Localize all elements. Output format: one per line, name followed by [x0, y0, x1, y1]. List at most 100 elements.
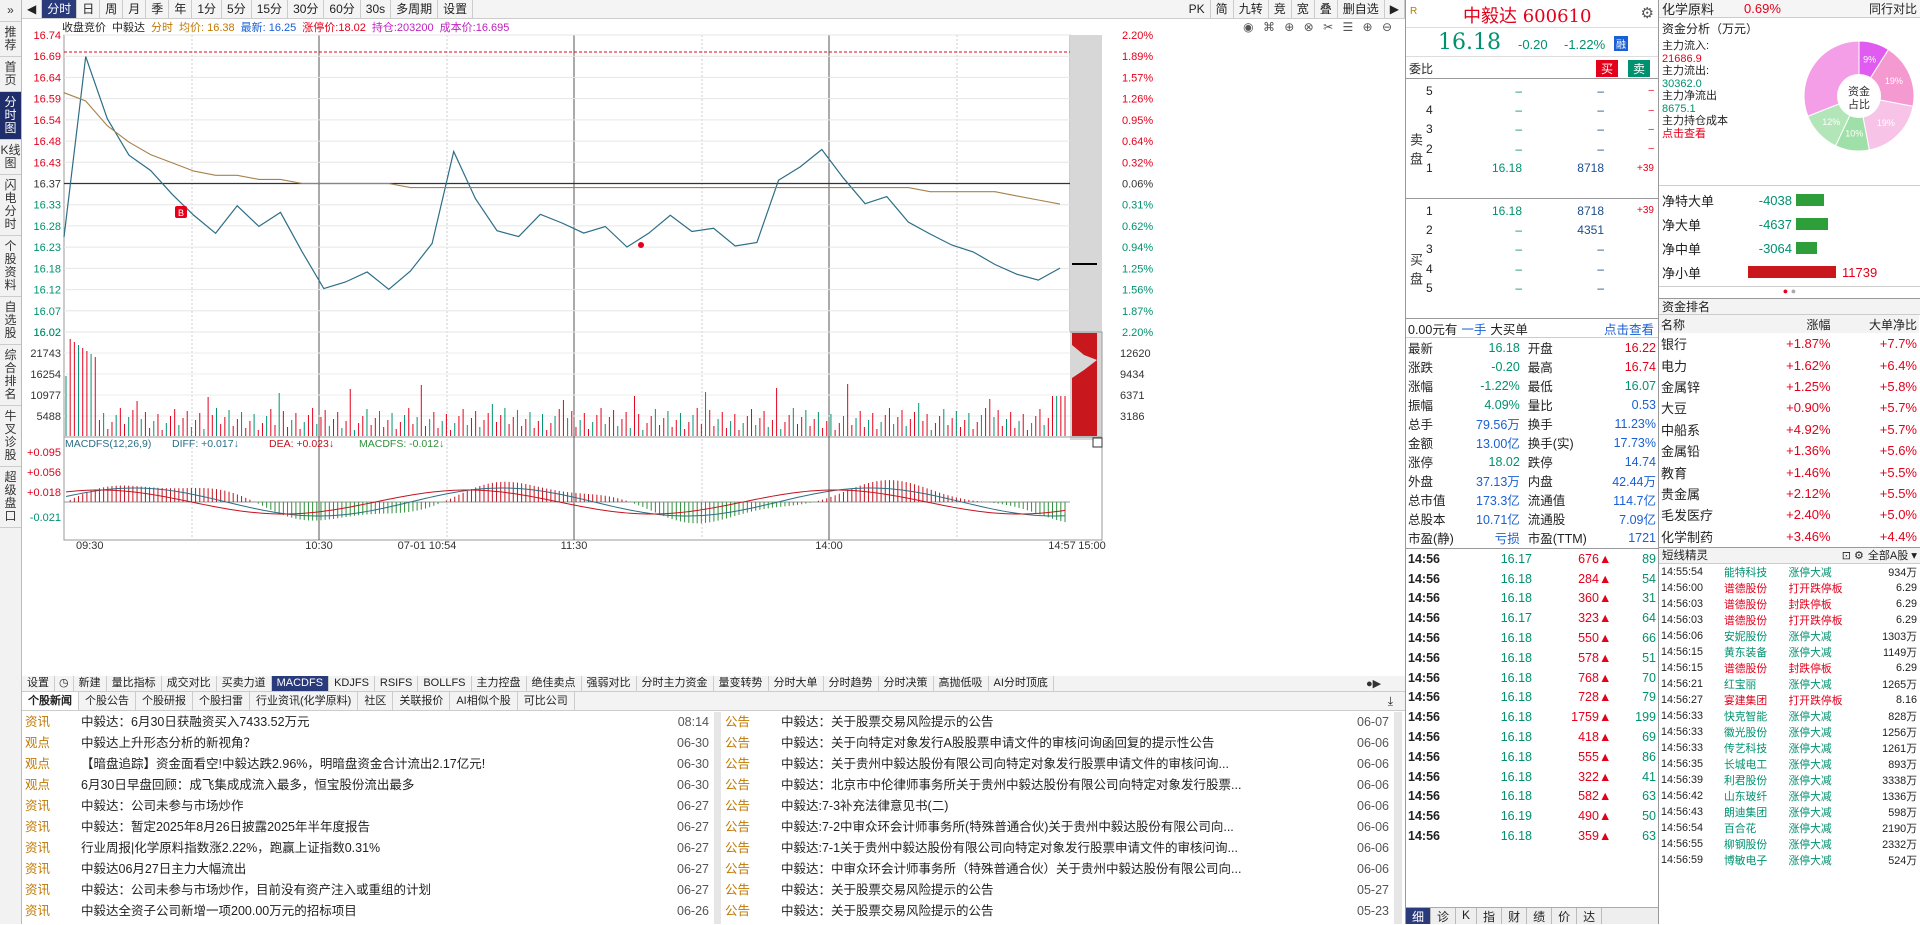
news-tab-4[interactable]: 行业资讯(化学原料) — [250, 692, 359, 710]
news-title[interactable]: 中毅达：关于股票交易风险提示的公告 — [778, 901, 1342, 922]
news-title[interactable]: 中毅达:7-1关于贵州中毅达股份有限公司向特定对象发行股票申请文件的审核问询..… — [778, 838, 1342, 859]
news-title[interactable]: 中毅达06月27日主力大幅流出 — [78, 859, 662, 880]
indicator-tab-12[interactable]: 强弱对比 — [582, 676, 637, 691]
news-tab-6[interactable]: 关联报价 — [393, 692, 451, 710]
ranking-col[interactable]: 涨幅 — [1752, 315, 1833, 333]
indicator-tab-15[interactable]: 分时大单 — [769, 676, 824, 691]
nav-item-4[interactable]: 闪电分时 — [0, 175, 21, 236]
news-title[interactable]: 中毅达：关于股票交易风险提示的公告 — [778, 880, 1342, 901]
sprite-filter[interactable]: 全部A股 — [1868, 547, 1908, 563]
news-title[interactable]: 中毅达上升形态分析的新视角？ — [78, 733, 662, 754]
indicator-tab-3[interactable]: 量比指标 — [107, 676, 162, 691]
nav-item-1[interactable]: 首页 — [0, 57, 21, 92]
detail-tab-7[interactable]: 达 — [1577, 908, 1603, 924]
indicator-tab-16[interactable]: 分时趋势 — [824, 676, 879, 691]
nav-item-9[interactable]: 超级盘口 — [0, 467, 21, 528]
sprite-row[interactable]: 14:56:59 博敏电子 涨停大减 524万 — [1659, 852, 1919, 868]
news-row[interactable]: 资讯 中毅达：暂定2025年8月26日披露2025年半年度报告 06-27 — [22, 817, 712, 838]
nav-item-0[interactable]: 推荐 — [0, 22, 21, 57]
news-row[interactable]: 公告 中毅达：关于股票交易风险提示的公告 05-23 — [722, 901, 1392, 922]
news-title[interactable]: 6月30日早盘回顾：成飞集成成流入最多，恒宝股份流出最多 — [78, 775, 662, 796]
nav-item-8[interactable]: 牛叉诊股 — [0, 406, 21, 467]
sprite-row[interactable]: 14:56:00 谱德股份 打开跌停板 6.29 — [1659, 580, 1919, 596]
peer-compare-button[interactable]: 同行对比 — [1869, 0, 1917, 17]
news-row[interactable]: 公告 中毅达：关于股票交易风险提示的公告 05-27 — [722, 880, 1392, 901]
intraday-chart[interactable]: 16.74 2.20% 16.69 1.89% 16.64 1.57% 16.59 1.26%… — [22, 0, 1405, 676]
news-row[interactable]: 公告 中毅达：关于股票交易风险提示的公告 06-07 — [722, 712, 1392, 733]
sprite-row[interactable]: 14:56:06 安妮股份 涨停大减 1303万 — [1659, 628, 1919, 644]
news-title[interactable]: 中毅达全资子公司新增一项200.00万元的招标项目 — [78, 901, 662, 922]
level-row[interactable]: 5 – – – — [1424, 81, 1656, 100]
level-row[interactable]: 4 – – – — [1424, 100, 1656, 119]
news-row[interactable]: 观点 【暗盘追踪】资金面看空!中毅达跌2.96%，明暗盘资金合计流出2.17亿元!… — [22, 754, 712, 775]
news-title[interactable]: 中毅达:7-2中审众环会计师事务所(特殊普通合伙)关于贵州中毅达股份有限公司向.… — [778, 817, 1342, 838]
indicator-tab-14[interactable]: 量变转势 — [714, 676, 769, 691]
indicator-tab-13[interactable]: 分时主力资金 — [637, 676, 714, 691]
news-tab-0[interactable]: 个股新闻 — [22, 692, 79, 710]
news-row[interactable]: 公告 中毅达：关于向特定对象发行A股股票申请文件的审核问询函回复的提示性公告 06-… — [722, 733, 1392, 754]
detail-tab-3[interactable]: 指 — [1477, 908, 1503, 924]
news-title[interactable]: 中毅达：关于向特定对象发行A股股票申请文件的审核问询函回复的提示性公告 — [778, 733, 1342, 754]
ranking-row[interactable]: 化学制药 +3.46% +4.4% — [1659, 526, 1919, 547]
indicator-tab-6[interactable]: MACDFS — [271, 676, 330, 691]
sprite-row[interactable]: 14:56:55 柳钢股份 涨停大减 2332万 — [1659, 836, 1919, 852]
indicator-tab-2[interactable]: 新建 — [74, 676, 107, 691]
news-title[interactable]: 中毅达：公司未参与市场炒作，目前没有资产注入或重组的计划 — [78, 880, 662, 901]
indicator-tab-0[interactable]: 设置 — [22, 676, 55, 691]
news-row[interactable]: 观点 中毅达上升形态分析的新视角？ 06-30 — [22, 733, 712, 754]
indicator-tab-5[interactable]: 买卖力道 — [217, 676, 272, 691]
indicator-tab-8[interactable]: RSIFS — [375, 676, 419, 691]
sprite-row[interactable]: 14:56:33 传艺科技 涨停大减 1261万 — [1659, 740, 1919, 756]
detail-tab-5[interactable]: 绩 — [1527, 908, 1553, 924]
news-row[interactable]: 观点 6月30日早盘回顾：成飞集成成流入最多，恒宝股份流出最多 06-30 — [22, 775, 712, 796]
news-title[interactable]: 中毅达：关于股票交易风险提示的公告 — [778, 712, 1342, 733]
news-title[interactable]: 中毅达：公司未参与市场炒作 — [78, 796, 662, 817]
news-title[interactable]: 行业周报|化学原料指数涨2.22%，跑赢上证指数0.31% — [78, 838, 662, 859]
indicator-tab-9[interactable]: BOLLFS — [418, 676, 472, 691]
news-title[interactable]: 【暗盘追踪】资金面看空!中毅达跌2.96%，明暗盘资金合计流出2.17亿元! — [78, 754, 662, 775]
sprite-row[interactable]: 14:56:54 百合花 涨停大减 2190万 — [1659, 820, 1919, 836]
sprite-row[interactable]: 14:56:35 长城电工 涨停大减 893万 — [1659, 756, 1919, 772]
detail-tab-4[interactable]: 财 — [1502, 908, 1528, 924]
news-tab-7[interactable]: AI相似个股 — [450, 692, 518, 710]
sprite-row[interactable]: 14:56:03 谱德股份 打开跌停板 6.29 — [1659, 612, 1919, 628]
sprite-row[interactable]: 14:56:39 利君股份 涨停大减 3338万 — [1659, 772, 1919, 788]
chevron-down-icon[interactable]: ▾ — [1911, 548, 1917, 562]
news-title[interactable]: 中毅达：关于贵州中毅达股份有限公司向特定对象发行股票申请文件的审核问询... — [778, 754, 1342, 775]
ranking-col[interactable]: 大单净比 — [1833, 315, 1919, 333]
news-title[interactable]: 中毅达:7-3补充法律意见书(二) — [778, 796, 1342, 817]
news-row[interactable]: 公告 中毅达：北京市中伦律师事务所关于贵州中毅达股份有限公司向特定对象发行股票..… — [722, 775, 1392, 796]
news-row[interactable]: 公告 中毅达:7-1关于贵州中毅达股份有限公司向特定对象发行股票申请文件的审核问询… — [722, 838, 1392, 859]
indicator-tab-18[interactable]: 高抛低吸 — [934, 676, 989, 691]
ranking-row[interactable]: 银行 +1.87% +7.7% — [1659, 333, 1919, 354]
ranking-row[interactable]: 贵金属 +2.12% +5.5% — [1659, 483, 1919, 504]
news-row[interactable]: 资讯 中毅达06月27日主力大幅流出 06-27 — [22, 859, 712, 880]
level-row[interactable]: 2 – – – — [1424, 139, 1656, 158]
nav-item-6[interactable]: 自选股 — [0, 297, 21, 345]
expand-toggle-icon[interactable]: ●▶ — [1366, 677, 1381, 690]
level-row[interactable]: 4 – – — [1424, 259, 1656, 278]
news-title[interactable]: 中毅达：暂定2025年8月26日披露2025年半年度报告 — [78, 817, 662, 838]
news-title[interactable]: 中毅达：6月30日获融资买入7433.52万元 — [78, 712, 662, 733]
detail-tab-1[interactable]: 诊 — [1431, 908, 1457, 924]
level-row[interactable]: 3 – – – — [1424, 120, 1656, 139]
detail-tab-2[interactable]: K — [1456, 908, 1478, 924]
sprite-tools-icon[interactable]: ⊡ ⚙ — [1842, 549, 1864, 562]
news-row[interactable]: 公告 中毅达:7-3补充法律意见书(二) 06-06 — [722, 796, 1392, 817]
sprite-row[interactable]: 14:56:15 谱德股份 封跌停板 6.29 — [1659, 660, 1919, 676]
bo-d[interactable]: 点击查看 — [1604, 319, 1654, 338]
news-tab-8[interactable]: 可比公司 — [518, 692, 575, 710]
level-row[interactable]: 1 16.18 8718 +39 — [1424, 201, 1656, 220]
ranking-row[interactable]: 中船系 +4.92% +5.7% — [1659, 419, 1919, 440]
level-row[interactable]: 2 – 4351 — [1424, 220, 1656, 239]
nav-item-7[interactable]: 综合排名 — [0, 345, 21, 406]
sprite-row[interactable]: 14:56:03 谱德股份 封跌停板 6.29 — [1659, 596, 1919, 612]
news-scrollbar-right[interactable] — [1394, 712, 1402, 924]
nav-item-2[interactable]: 分时图 — [0, 92, 21, 140]
level-row[interactable]: 5 – – — [1424, 279, 1656, 298]
sell-button[interactable]: 卖 — [1628, 60, 1651, 77]
ranking-row[interactable]: 毛发医疗 +2.40% +5.0% — [1659, 504, 1919, 525]
popout-icon[interactable]: ⤓ — [1388, 694, 1393, 709]
gear-icon[interactable]: ⚙ — [1641, 4, 1654, 22]
indicator-tab-19[interactable]: AI分时顶底 — [989, 676, 1054, 691]
